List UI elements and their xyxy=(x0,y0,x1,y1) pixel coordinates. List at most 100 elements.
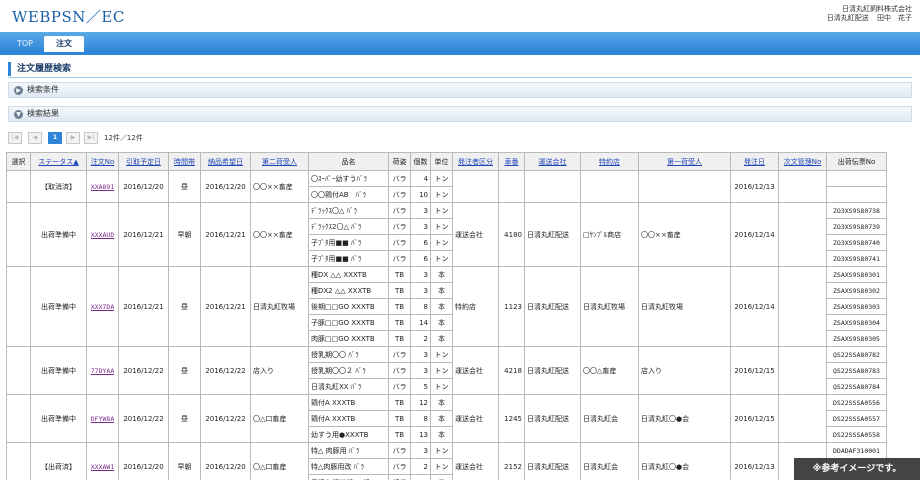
shipping-slip-cell: ZSAXS9S80301 xyxy=(826,266,887,283)
order-management-cell xyxy=(778,202,827,267)
quantity-cell: 12 xyxy=(410,394,431,411)
quantity-cell: 13 xyxy=(410,426,431,443)
order-history-table: 選択 ステータス▲ 注文No 引取予定日 時間帯 納品希望日 第二荷受人 品名 荷姿 個数 単位 発注… xyxy=(6,152,887,480)
first-consignee-cell: 〇〇××畜産 xyxy=(638,202,731,267)
column-header: 品名 xyxy=(308,152,389,171)
carrier-cell: 日清丸紅配送 xyxy=(524,202,581,267)
orderer-type-cell: 運送会社 xyxy=(452,202,499,267)
product-name-cell: 子豚□□GO XXXTB xyxy=(308,314,389,331)
order-number-link[interactable]: XXA891 xyxy=(86,170,119,203)
status-cell: 出荷準備中 xyxy=(30,394,87,443)
second-consignee-cell: 〇△口畜産 xyxy=(250,442,309,480)
order-number-link[interactable]: 77DYAA xyxy=(86,346,119,395)
table-body: 【取消済】 XXA891 2016/12/20 昼 2016/12/20 〇〇××畜産 〇ｽ… xyxy=(6,170,887,480)
column-header[interactable]: 次文管理No xyxy=(778,152,827,171)
product-name-cell: 日清丸紅前期XX紙 xyxy=(308,474,389,480)
app-logo: WEBPSN／EC xyxy=(12,8,125,26)
packing-cell: TB xyxy=(388,330,411,347)
packing-cell: バラ xyxy=(388,218,411,235)
column-header[interactable]: 運送会社 xyxy=(524,152,581,171)
tab-top[interactable]: TOP xyxy=(8,36,42,52)
column-header[interactable]: 発注日 xyxy=(730,152,779,171)
select-cell[interactable] xyxy=(6,346,31,395)
unit-cell: トン xyxy=(430,378,453,395)
order-number-link[interactable]: XXXAUD xyxy=(86,202,119,267)
select-cell[interactable] xyxy=(6,266,31,347)
column-header[interactable]: ステータス▲ xyxy=(30,152,87,171)
packing-cell: バラ xyxy=(388,202,411,219)
pickup-date-cell: 2016/12/22 xyxy=(118,394,169,443)
time-slot-cell: 昼 xyxy=(168,394,201,443)
search-conditions-toggle[interactable]: ▶ 検索条件 xyxy=(8,82,912,98)
packing-cell: TB xyxy=(388,314,411,331)
dealer-cell: 日清丸紅会 xyxy=(580,442,639,480)
time-slot-cell: 昼 xyxy=(168,170,201,203)
select-cell[interactable] xyxy=(6,394,31,443)
first-consignee-cell: 日清丸紅〇●会 xyxy=(638,394,731,443)
prev-page-button[interactable]: ◀ xyxy=(28,132,42,144)
shipping-slip-cell xyxy=(826,186,887,203)
column-header[interactable]: 特約店 xyxy=(580,152,639,171)
dealer-cell: 日清丸紅会 xyxy=(580,394,639,443)
car-number-cell: 4218 xyxy=(498,346,525,395)
column-header: 個数 xyxy=(410,152,431,171)
time-slot-cell: 昼 xyxy=(168,346,201,395)
next-page-button[interactable]: ▶ xyxy=(66,132,80,144)
second-consignee-cell: 〇〇××畜産 xyxy=(250,202,309,267)
column-header[interactable]: 車番 xyxy=(498,152,525,171)
quantity-cell: 6 xyxy=(410,234,431,251)
table-row: 出荷準備中 XXX7DA 2016/12/21 昼 2016/12/21 日清丸紅牧場 種D… xyxy=(6,266,887,347)
second-consignee-cell: 〇△口畜産 xyxy=(250,394,309,443)
first-page-button[interactable]: |◀ xyxy=(8,132,22,144)
car-number-cell: 1123 xyxy=(498,266,525,347)
column-header[interactable]: 注文No xyxy=(86,152,119,171)
column-header[interactable]: 発注者区分 xyxy=(452,152,499,171)
column-header[interactable]: 納品希望日 xyxy=(200,152,251,171)
search-results-toggle[interactable]: ▼ 検索結果 xyxy=(8,106,912,122)
tab-order[interactable]: 注文 xyxy=(44,36,84,52)
first-consignee-cell xyxy=(638,170,731,203)
page-number-current[interactable]: 1 xyxy=(48,132,62,144)
quantity-cell: 3 xyxy=(410,442,431,459)
title-divider xyxy=(8,77,912,78)
quantity-cell: 5 xyxy=(410,378,431,395)
last-page-button[interactable]: ▶| xyxy=(84,132,98,144)
second-consignee-cell: 店入り xyxy=(250,346,309,395)
column-header[interactable]: 引取予定日 xyxy=(118,152,169,171)
orderer-type-cell: 特約店 xyxy=(452,266,499,347)
select-cell[interactable] xyxy=(6,442,31,480)
unit-cell: トン xyxy=(430,186,453,203)
shipping-slip-cell: DS22SSSA0558 xyxy=(826,426,887,443)
column-header[interactable]: 第二荷受人 xyxy=(250,152,309,171)
order-number-link[interactable]: XXXAW1 xyxy=(86,442,119,480)
order-number-link[interactable]: XXX7DA xyxy=(86,266,119,347)
column-header[interactable]: 第一荷受人 xyxy=(638,152,731,171)
select-cell[interactable] xyxy=(6,170,31,203)
time-slot-cell: 早朝 xyxy=(168,442,201,480)
select-cell[interactable] xyxy=(6,202,31,267)
order-number-link[interactable]: DFYW8A xyxy=(86,394,119,443)
car-number-cell: 2152 xyxy=(498,442,525,480)
packing-cell: バラ xyxy=(388,346,411,363)
column-header[interactable]: 時間帯 xyxy=(168,152,201,171)
user-name: 田中 花子 xyxy=(877,14,912,22)
delivery-date-cell: 2016/12/22 xyxy=(200,394,251,443)
delivery-date-cell: 2016/12/21 xyxy=(200,266,251,347)
page-title: 注文履歴検索 xyxy=(8,62,912,76)
status-cell: 【取消済】 xyxy=(30,170,87,203)
unit-cell: 本 xyxy=(430,410,453,427)
first-consignee-cell: 店入り xyxy=(638,346,731,395)
orderer-type-cell xyxy=(452,170,499,203)
shipping-slip-cell: ZO3XS9S80740 xyxy=(826,234,887,251)
pickup-date-cell: 2016/12/20 xyxy=(118,170,169,203)
unit-cell: 本 xyxy=(430,314,453,331)
unit-cell: 本 xyxy=(430,266,453,283)
quantity-cell: 8 xyxy=(410,298,431,315)
product-name-cell: 特△肉豚用改 ﾊﾞﾗ xyxy=(308,458,389,475)
unit-cell: 本 xyxy=(430,330,453,347)
packing-cell: バラ xyxy=(388,378,411,395)
unit-cell: トン xyxy=(430,250,453,267)
product-name-cell: 種DX △△ XXXTB xyxy=(308,266,389,283)
second-consignee-cell: 日清丸紅牧場 xyxy=(250,266,309,347)
nav-underline xyxy=(0,52,920,55)
